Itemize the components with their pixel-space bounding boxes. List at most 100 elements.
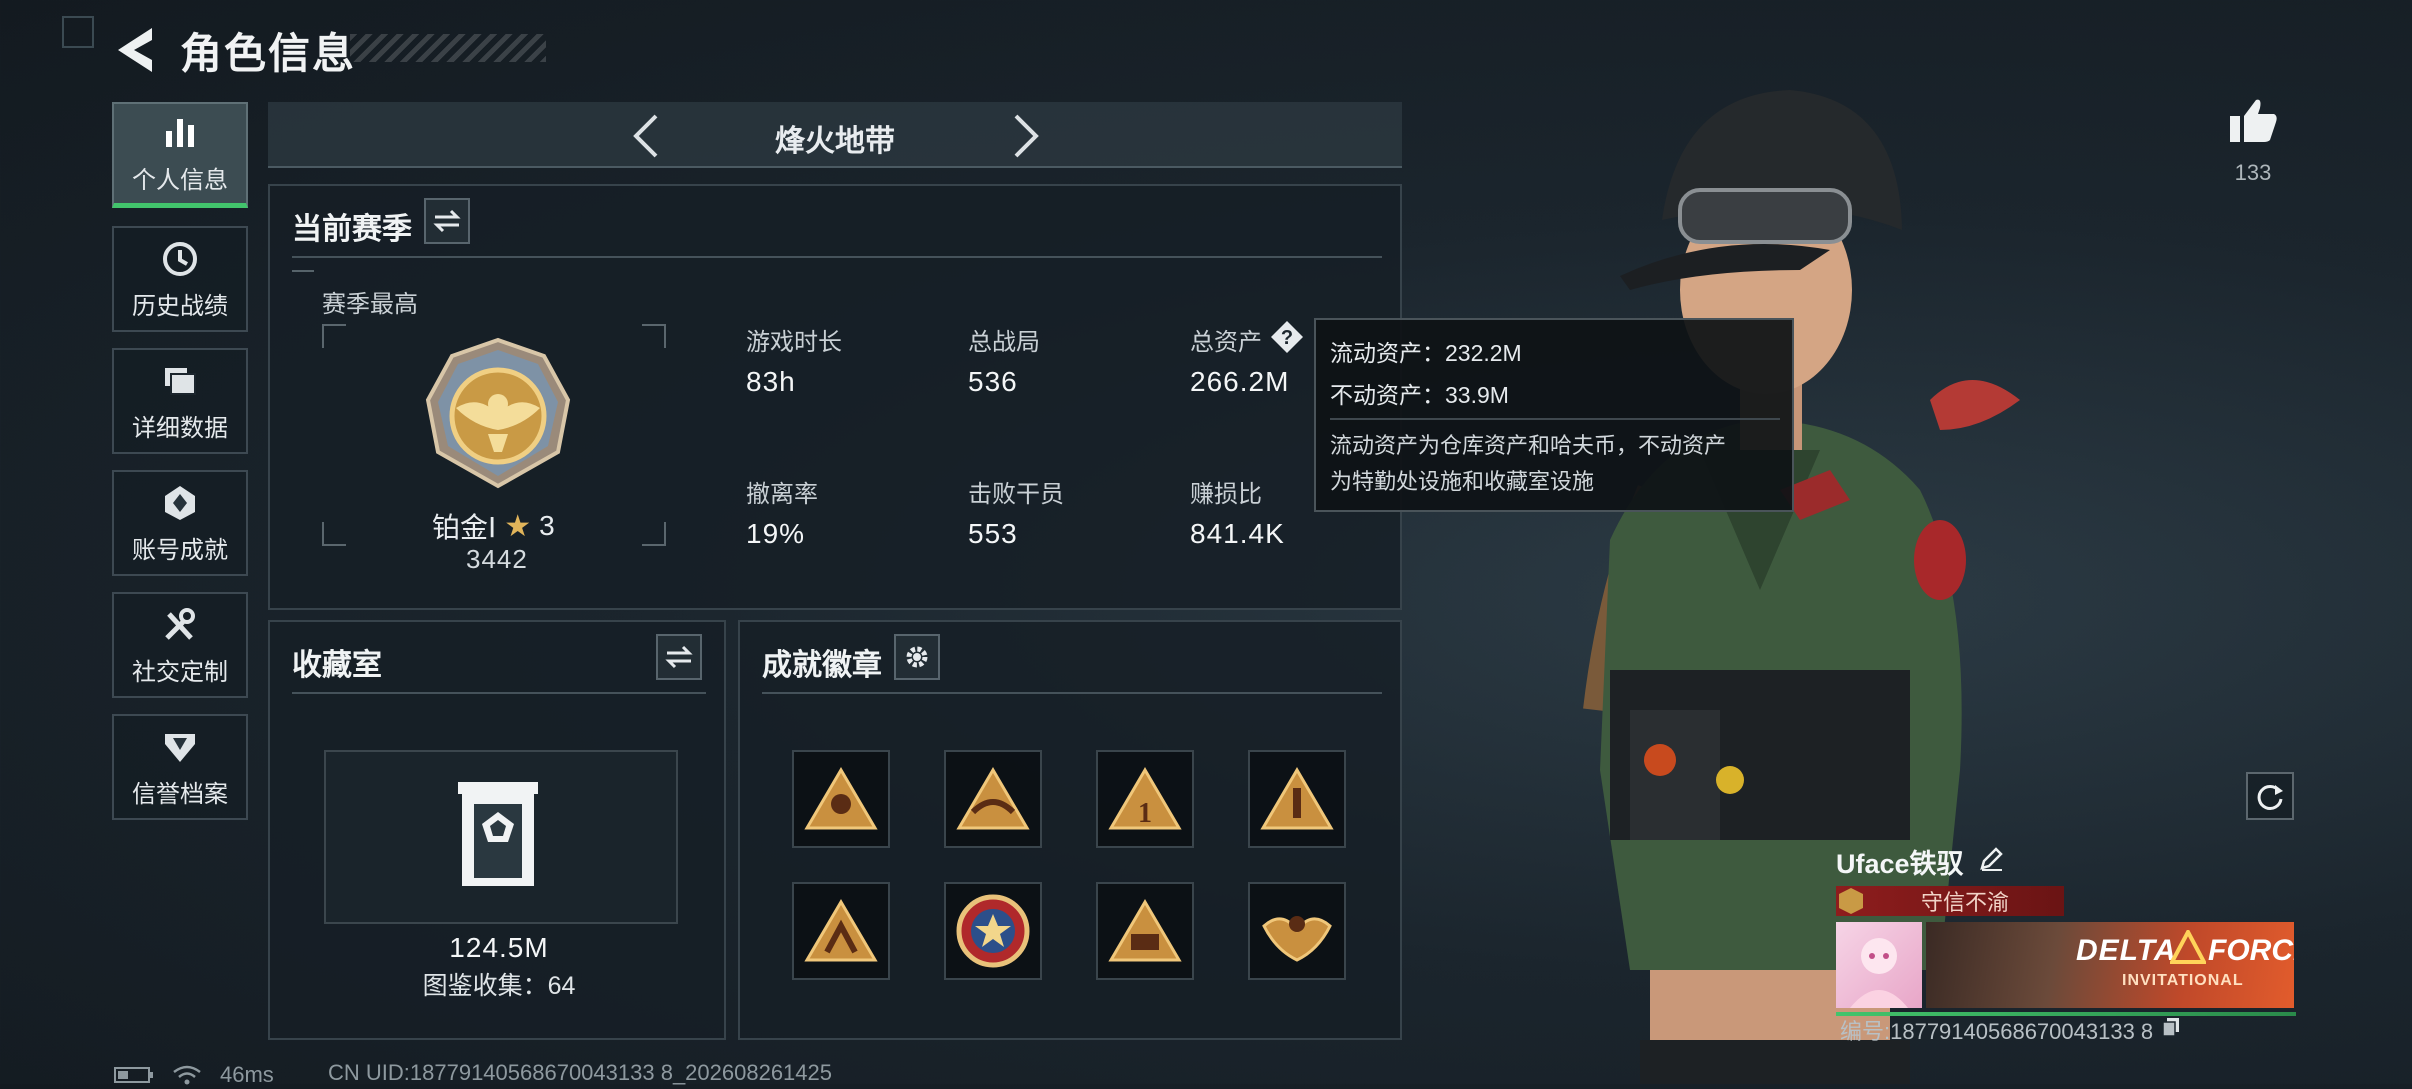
achievement-badge-8[interactable] <box>1248 882 1346 980</box>
help-icon: ? <box>1271 321 1303 353</box>
badge-triangle-icon <box>1108 899 1182 962</box>
swap-icon <box>433 209 461 233</box>
badge-triangle-icon <box>804 899 878 962</box>
sidebar-item-label: 信誉档案 <box>132 780 228 808</box>
assets-help-button[interactable]: ? <box>1270 320 1304 359</box>
badge-triangle-icon <box>956 767 1030 830</box>
badge-eagle-icon <box>1262 916 1332 962</box>
rank-info: 铂金Ⅰ ★ 3 <box>432 506 555 546</box>
sidebar-item-reputation[interactable]: 信誉档案 <box>112 714 248 820</box>
shield-icon <box>159 726 201 768</box>
player-id: 编号:18779140568670043133 8 <box>1840 1019 2154 1044</box>
badge-star-medal-icon <box>956 894 1030 968</box>
title-badge: 守信不渝 <box>1836 886 2064 916</box>
vault-icon <box>452 778 544 895</box>
avatar-portrait-icon <box>1850 938 1908 1008</box>
uid-text: CN UID:18779140568670043133 8_2026082614… <box>328 1060 833 1085</box>
sidebar-item-social[interactable]: 社交定制 <box>112 592 248 698</box>
achievement-badge-2[interactable] <box>944 750 1042 848</box>
badge-triangle-icon <box>1260 767 1334 830</box>
collection-count: 图鉴收集：64 <box>422 972 576 1000</box>
stat-label-kills: 击败干员 <box>968 481 1064 508</box>
title-emblem-icon <box>1839 888 1863 914</box>
badge-triangle-icon <box>804 767 878 830</box>
player-card: Uface铁驭 守信不渝 DELTA FORCE INVITATIONAL 编号… <box>1836 842 2296 1044</box>
season-best-label: 赛季最高 <box>322 291 418 318</box>
assets-tooltip: 流动资产：232.2M 不动资产：33.9M 流动资产为仓库资产和哈夫币，不动资… <box>1314 318 1794 512</box>
achievement-badge-6[interactable] <box>944 882 1042 980</box>
achievements-divider <box>762 692 1382 694</box>
svg-text:1: 1 <box>1138 798 1152 829</box>
stat-label-profit-ratio: 赚损比 <box>1190 481 1262 508</box>
season-swap-button[interactable] <box>424 198 470 244</box>
rotate-view-button[interactable] <box>2246 772 2294 820</box>
like-count: 133 <box>2234 160 2272 185</box>
banner-triangle-icon <box>2168 927 2208 969</box>
pencil-icon <box>1979 847 2003 871</box>
tooltip-desc-line1: 流动资产为仓库资产和哈夫币，不动资产 <box>1330 433 1727 458</box>
sidebar-item-personal-info[interactable]: 个人信息 <box>112 102 248 208</box>
player-id-row: 编号:18779140568670043133 8 <box>1840 1014 2181 1046</box>
star-icon: ★ <box>504 509 532 543</box>
collection-swap-button[interactable] <box>656 634 702 680</box>
stat-label-matches: 总战局 <box>968 329 1040 356</box>
achievement-badge-3[interactable]: 1 <box>1096 750 1194 848</box>
page-title: 角色信息 <box>180 30 357 77</box>
stat-value-profit-ratio: 841.4K <box>1190 518 1285 549</box>
sidebar-item-label: 详细数据 <box>132 414 228 442</box>
rank-emblem <box>418 334 578 499</box>
next-mode-button[interactable] <box>1008 112 1044 165</box>
battery-icon <box>114 1067 153 1083</box>
refresh-icon <box>2257 784 2283 810</box>
achievement-badge-1[interactable] <box>792 750 890 848</box>
back-button[interactable] <box>112 24 160 76</box>
sidebar-item-details[interactable]: 详细数据 <box>112 348 248 454</box>
back-arrow-icon <box>118 28 152 72</box>
season-panel: 当前赛季 赛季最高 铂金Ⅰ ★ 3 3442 游戏时长 83h 总战局 536 … <box>268 184 1402 610</box>
divider-tick <box>292 270 314 278</box>
sidebar-item-label: 历史战绩 <box>132 292 228 320</box>
ping-value: 46ms <box>220 1062 274 1087</box>
collection-panel: 收藏室 124.5M 图鉴收集：64 <box>268 620 726 1040</box>
stat-label-playtime: 游戏时长 <box>746 329 842 356</box>
player-name-row: Uface铁驭 <box>1836 842 2004 881</box>
thumbs-up-icon <box>2230 99 2277 142</box>
sidebar-item-history[interactable]: 历史战绩 <box>112 226 248 332</box>
sidebar-item-achievements[interactable]: 账号成就 <box>112 470 248 576</box>
collection-divider <box>292 692 706 694</box>
collection-showcase[interactable] <box>324 750 678 924</box>
stat-value-assets: 266.2M <box>1190 366 1290 397</box>
banner-text-force: FORCE <box>2208 934 2294 967</box>
corner-decoration <box>62 16 94 48</box>
season-divider <box>292 256 1382 258</box>
season-title: 当前赛季 <box>292 213 412 246</box>
tooltip-fixed-assets: 不动资产：33.9M <box>1330 382 1509 408</box>
swap-icon <box>665 645 693 669</box>
collection-value: 124.5M <box>449 932 549 963</box>
edit-name-button[interactable] <box>1978 846 2004 877</box>
sidebar-item-label: 个人信息 <box>132 167 228 194</box>
achievement-badge-7[interactable] <box>1096 882 1194 980</box>
rank-name: 铂金Ⅰ <box>432 512 497 543</box>
stat-value-kills: 553 <box>968 518 1018 549</box>
sidebar-item-label: 社交定制 <box>132 658 228 686</box>
chevron-right-icon <box>1014 114 1039 158</box>
achievement-badge-5[interactable] <box>792 882 890 980</box>
achievement-badge-4[interactable] <box>1248 750 1346 848</box>
achievement-icon <box>159 482 201 524</box>
title-badge-text: 守信不渝 <box>1920 890 2009 915</box>
clock-icon <box>159 238 201 280</box>
achievements-panel: 成就徽章 1 <box>738 620 1402 1040</box>
tools-icon <box>159 604 201 646</box>
player-banner[interactable]: DELTA FORCE INVITATIONAL <box>1926 922 2294 1008</box>
player-avatar[interactable] <box>1836 922 1922 1008</box>
achievements-settings-button[interactable] <box>894 634 940 680</box>
rank-eagle-icon <box>425 337 571 489</box>
svg-text:?: ? <box>1281 327 1293 349</box>
bar-chart-icon <box>159 112 201 154</box>
banner-text-delta: DELTA <box>2076 934 2177 967</box>
like-button[interactable] <box>2228 96 2280 149</box>
stat-label-extract-rate: 撤离率 <box>746 481 818 508</box>
folders-icon <box>159 360 201 402</box>
copy-id-button[interactable] <box>2161 1016 2181 1044</box>
